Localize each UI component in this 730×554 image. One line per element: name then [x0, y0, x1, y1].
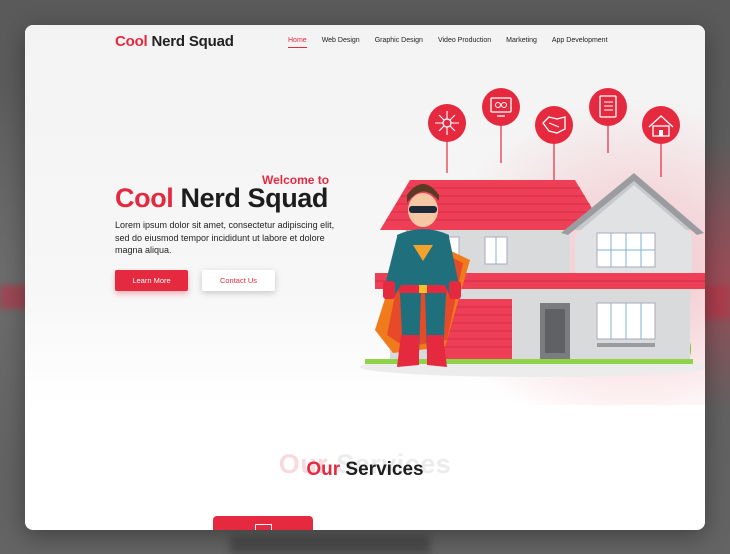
hero-description: Lorem ipsum dolor sit amet, consectetur … — [115, 220, 335, 255]
nav-graphic-design[interactable]: Graphic Design — [375, 37, 423, 44]
house-icon — [642, 106, 680, 144]
hero-illustration — [360, 88, 705, 377]
hero-headline-accent: Cool — [115, 183, 174, 213]
handshake-icon — [535, 106, 573, 144]
site-logo[interactable]: Cool Nerd Squad — [115, 33, 234, 50]
nav-home[interactable]: Home — [288, 37, 307, 48]
service-card-icon — [255, 524, 272, 530]
services-heading-accent: Our — [306, 459, 341, 480]
nav-app-development[interactable]: App Development — [552, 37, 608, 44]
services-heading: Our Services — [25, 459, 705, 481]
hero-headline: Cool Nerd Squad — [115, 183, 328, 214]
logo-accent-word: Cool — [115, 33, 148, 50]
monitor-icon — [482, 88, 520, 126]
learn-more-button[interactable]: Learn More — [115, 270, 188, 291]
website-preview-card: Cool Nerd Squad Home Web Design Graphic … — [25, 25, 705, 530]
services-heading-rest: Services — [340, 459, 424, 480]
backdrop-bottom-shadow — [230, 536, 430, 554]
hero-headline-rest: Nerd Squad — [173, 183, 329, 213]
contact-us-button[interactable]: Contact Us — [202, 270, 275, 291]
nav-web-design[interactable]: Web Design — [322, 37, 360, 44]
checklist-icon — [589, 88, 627, 126]
main-nav: Home Web Design Graphic Design Video Pro… — [288, 37, 608, 48]
nav-video-production[interactable]: Video Production — [438, 37, 491, 44]
nav-marketing[interactable]: Marketing — [506, 37, 537, 44]
logo-rest: Nerd Squad — [147, 33, 234, 50]
network-icon — [428, 104, 466, 142]
